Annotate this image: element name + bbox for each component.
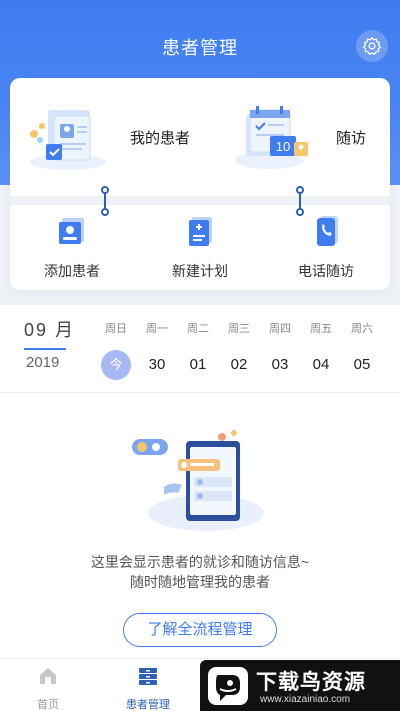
card-divider (10, 196, 390, 205)
weekday-label: 周二 (187, 323, 209, 335)
add-patient-label: 添加患者 (44, 263, 100, 279)
calendar-icon: 10 (236, 106, 308, 169)
home-icon (40, 668, 56, 684)
weekday-label: 周六 (351, 323, 373, 335)
phone-follow-up-button[interactable]: 电话随访 (266, 214, 386, 281)
day-date: 05 (353, 356, 371, 373)
date-strip: 09 月 2019 周日 今 周一 30 周二 01 周三 02 周四 03 周… (0, 305, 400, 393)
patients-icon (139, 668, 157, 685)
watermark-title: 下载鸟资源 (256, 671, 366, 694)
new-plan-label: 新建计划 (172, 263, 228, 279)
empty-state-text: 这里会显示患者的就诊和随访信息~ 随时随地管理我的患者 (0, 552, 400, 592)
day-tue[interactable]: 周二 01 (178, 305, 218, 380)
new-plan-button[interactable]: 新建计划 (140, 214, 260, 281)
tab-patient-management-label: 患者管理 (126, 699, 170, 711)
month-underline (24, 348, 66, 350)
gear-icon (363, 37, 381, 55)
weekday-label: 周五 (310, 323, 332, 335)
empty-state-line1: 这里会显示患者的就诊和随访信息~ (90, 554, 310, 570)
day-date: 今 (101, 350, 131, 380)
day-date: 30 (148, 356, 166, 373)
add-patient-icon (59, 218, 84, 244)
patient-card: 我的患者 10 随访 添加患者 新建计划 电话随访 (10, 78, 390, 290)
binder-pin-right (296, 186, 304, 216)
learn-flow-button[interactable]: 了解全流程管理 (123, 613, 277, 647)
weekday-label: 周三 (228, 323, 250, 335)
day-mon[interactable]: 周一 30 (137, 305, 177, 380)
card-top-section: 我的患者 10 随访 (10, 78, 390, 196)
new-plan-icon (189, 217, 212, 246)
day-date: 04 (312, 356, 330, 373)
day-wed[interactable]: 周三 02 (219, 305, 259, 380)
settings-button[interactable] (356, 30, 388, 62)
day-date: 02 (230, 356, 248, 373)
phone-icon (317, 216, 338, 246)
page-title: 患者管理 (162, 38, 238, 58)
weekday-label: 周日 (105, 323, 127, 335)
day-sun[interactable]: 周日 今 (96, 305, 136, 380)
tab-home-label: 首页 (37, 699, 59, 711)
day-sat[interactable]: 周六 05 (342, 305, 382, 380)
watermark-logo (208, 667, 248, 705)
bird-logo-icon (216, 675, 240, 701)
watermark-url: www.xiazainiao.com (260, 694, 351, 705)
add-patient-button[interactable]: 添加患者 (12, 214, 132, 281)
day-thu[interactable]: 周四 03 (260, 305, 300, 380)
phone-follow-up-label: 电话随访 (298, 263, 354, 279)
month-label: 09 月 (24, 320, 76, 340)
year-label: 2019 (26, 354, 60, 371)
day-date: 01 (189, 356, 207, 373)
binder-pin-left (101, 186, 109, 216)
patient-folder-icon (30, 110, 106, 170)
my-patients-label: 我的患者 (130, 129, 191, 147)
empty-state-illustration (132, 430, 264, 531)
tab-home[interactable]: 首页 (8, 665, 88, 711)
my-patients-entry[interactable]: 我的患者 (26, 78, 206, 196)
follow-up-label: 随访 (336, 129, 367, 147)
tab-patient-management[interactable]: 患者管理 (108, 665, 188, 711)
weekday-label: 周四 (269, 323, 291, 335)
calendar-badge-number: 10 (276, 139, 290, 154)
day-fri[interactable]: 周五 04 (301, 305, 341, 380)
empty-state-line2: 随时随地管理我的患者 (130, 574, 270, 590)
follow-up-entry[interactable]: 10 随访 (232, 78, 382, 196)
day-date: 03 (271, 356, 289, 373)
weekday-label: 周一 (146, 323, 168, 335)
watermark: 下载鸟资源 www.xiazainiao.com (200, 660, 400, 711)
